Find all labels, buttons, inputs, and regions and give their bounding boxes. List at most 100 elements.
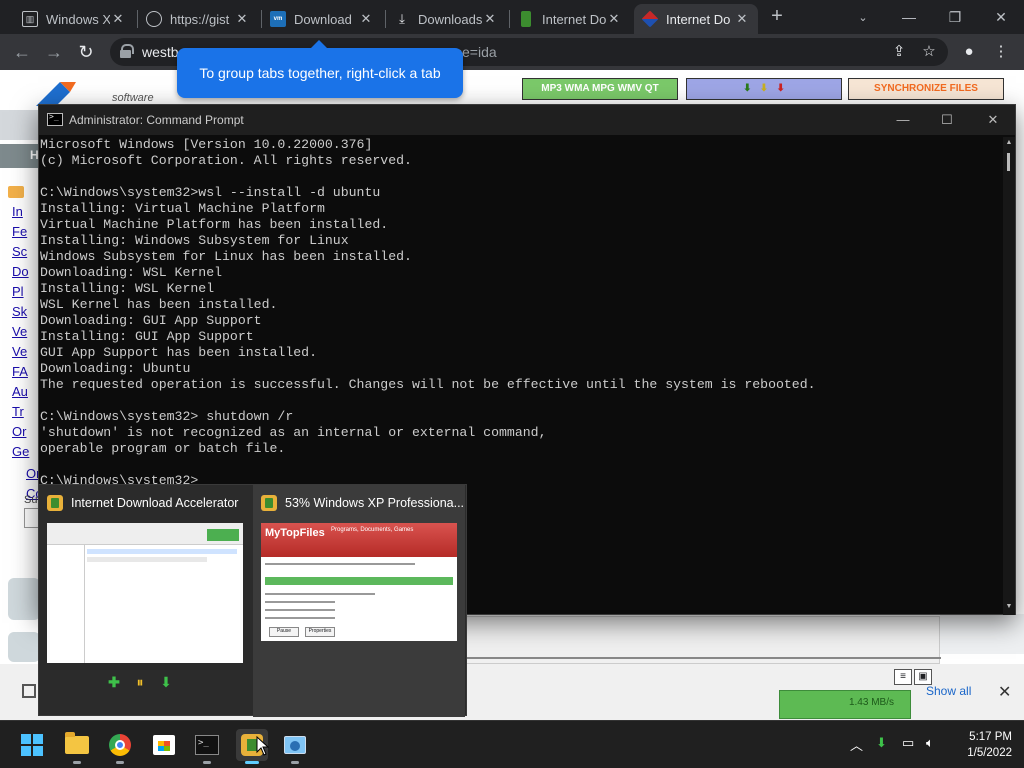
tile-view-icon[interactable]: ▣ bbox=[914, 669, 932, 685]
section-icon bbox=[8, 186, 24, 198]
page-panel bbox=[940, 614, 1024, 654]
tab-windows-x[interactable]: ▥ Windows X ✕ bbox=[14, 4, 134, 34]
close-icon[interactable]: ✕ bbox=[234, 11, 250, 27]
speed-graph: 1.43 MB/s bbox=[779, 690, 911, 719]
restore-icon[interactable]: ❐ bbox=[932, 0, 978, 34]
close-icon[interactable]: ✕ bbox=[734, 11, 750, 27]
downloads-icon[interactable] bbox=[22, 684, 36, 698]
profile-icon[interactable]: ● bbox=[960, 43, 978, 61]
close-icon[interactable]: ✕ bbox=[358, 11, 374, 27]
taskbar-chrome[interactable] bbox=[104, 729, 136, 764]
tab-internet-download-active[interactable]: Internet Do ✕ bbox=[634, 4, 758, 34]
tab-title: Downloads bbox=[418, 11, 482, 27]
close-window-icon[interactable]: ✕ bbox=[978, 0, 1024, 34]
bookmark-star-icon[interactable]: ☆ bbox=[920, 43, 938, 61]
mouse-cursor-icon bbox=[256, 736, 270, 756]
ida-red-icon bbox=[641, 10, 659, 28]
new-tab-button[interactable]: + bbox=[767, 6, 787, 26]
cmd-maximize-icon[interactable]: ☐ bbox=[937, 110, 957, 130]
cmd-line bbox=[40, 169, 1000, 185]
cmd-line: C:\Windows\system32> shutdown /r bbox=[40, 409, 294, 424]
taskbar-terminal[interactable]: >_ bbox=[191, 729, 223, 764]
site-tagline: software bbox=[112, 92, 154, 104]
close-icon[interactable]: ✕ bbox=[998, 682, 1011, 702]
mytopfiles-header: MyTopFiles Programs, Documents, Games bbox=[261, 523, 457, 557]
forward-icon[interactable]: → bbox=[42, 41, 66, 63]
tab-downloads[interactable]: ⤓ Downloads ✕ bbox=[386, 4, 506, 34]
taskbar-store[interactable] bbox=[148, 729, 180, 761]
remote-desktop-icon bbox=[284, 736, 306, 754]
cmd-icon bbox=[47, 112, 63, 126]
close-icon[interactable]: ✕ bbox=[606, 11, 622, 27]
start-button[interactable] bbox=[16, 729, 48, 761]
cmd-line: C:\Windows\system32>wsl --install -d ubu… bbox=[40, 185, 381, 200]
brand: MyTopFiles bbox=[265, 527, 325, 539]
tab-download-vmware[interactable]: vm Download ✕ bbox=[262, 4, 382, 34]
volume-icon[interactable]: 🔈︎ bbox=[926, 735, 934, 751]
cmd-line: operable program or batch file. bbox=[40, 441, 286, 456]
tab-gist[interactable]: https://gist ✕ bbox=[138, 4, 258, 34]
reload-icon[interactable]: ↻ bbox=[74, 41, 98, 63]
progress-bar bbox=[265, 577, 453, 585]
taskbar-remote-desktop[interactable] bbox=[279, 729, 311, 764]
preview-controls: ✚ ⏸ ⬇ bbox=[107, 675, 173, 689]
cmd-line bbox=[40, 457, 1000, 473]
slogan: Programs, Documents, Games bbox=[331, 527, 414, 533]
cmd-scrollbar[interactable]: ▲ ▼ bbox=[1003, 137, 1015, 615]
share-icon[interactable]: ⇪ bbox=[890, 43, 908, 61]
tab-group-tooltip: To group tabs together, right-click a ta… bbox=[177, 40, 463, 98]
cmd-line: The requested operation is successful. C… bbox=[40, 377, 816, 392]
site-nav: H bbox=[0, 144, 40, 168]
ida-icon bbox=[47, 495, 63, 511]
download-arrow-icon[interactable]: ⬇ bbox=[159, 675, 173, 689]
mini-toolbar bbox=[47, 523, 243, 545]
close-icon[interactable]: ✕ bbox=[110, 11, 126, 27]
tab-internet-download-1[interactable]: Internet Do ✕ bbox=[510, 4, 630, 34]
cmd-line: (c) Microsoft Corporation. All rights re… bbox=[40, 153, 412, 168]
cmd-title-bar[interactable]: Administrator: Command Prompt — ☐ ✕ bbox=[39, 105, 1015, 135]
side-label: Su bbox=[24, 494, 38, 506]
preview-header: Internet Download Accelerator bbox=[47, 495, 238, 511]
download-icon: ⤓ bbox=[399, 11, 405, 26]
preview-download-progress[interactable]: 53% Windows XP Professiona... MyTopFiles… bbox=[253, 485, 465, 717]
scroll-up-icon[interactable]: ▲ bbox=[1005, 139, 1013, 146]
list-view-icon[interactable]: ≡ bbox=[894, 669, 912, 685]
cmd-line: Microsoft Windows [Version 10.0.22000.37… bbox=[40, 137, 373, 152]
mini-row bbox=[87, 549, 237, 554]
lock-icon bbox=[120, 44, 134, 58]
tab-title: Windows X bbox=[46, 11, 110, 27]
cmd-line: Downloading: GUI App Support bbox=[40, 313, 262, 328]
pause-icon[interactable]: ⏸ bbox=[133, 675, 147, 689]
preview-thumbnail: MyTopFiles Programs, Documents, Games Pa… bbox=[261, 523, 457, 641]
menu-icon[interactable]: ⋮ bbox=[992, 43, 1010, 61]
cmd-line bbox=[40, 393, 1000, 409]
arrows-banner[interactable]: ⬇ ⬇ ⬇ bbox=[686, 78, 842, 100]
close-icon[interactable]: ✕ bbox=[482, 11, 498, 27]
cmd-minimize-icon[interactable]: — bbox=[893, 110, 913, 130]
tab-title: Download bbox=[294, 11, 352, 27]
cmd-line: Windows Subsystem for Linux has been ins… bbox=[40, 249, 412, 264]
sync-banner[interactable]: SYNCHRONIZE FILES bbox=[848, 78, 1004, 100]
preview-header: 53% Windows XP Professiona... bbox=[261, 495, 464, 511]
add-icon[interactable]: ✚ bbox=[107, 675, 121, 689]
formats-banner[interactable]: MP3 WMA MPG WMV QT bbox=[522, 78, 678, 100]
scroll-thumb[interactable] bbox=[1007, 153, 1010, 171]
system-clock[interactable]: 5:17 PM 1/5/2022 bbox=[956, 729, 1012, 761]
show-hidden-icons-chevron-icon[interactable]: ︿ bbox=[850, 735, 863, 754]
preview-ida[interactable]: Internet Download Accelerator ✚ ⏸ ⬇ bbox=[39, 485, 251, 717]
cmd-line: Installing: Virtual Machine Platform bbox=[40, 201, 325, 216]
tab-search-chevron-icon[interactable]: ⌄ bbox=[840, 0, 886, 34]
network-icon[interactable]: ▭ bbox=[902, 735, 914, 751]
header-strip bbox=[0, 110, 40, 140]
tab-title: Internet Do bbox=[666, 11, 731, 27]
show-all-link[interactable]: Show all bbox=[926, 684, 971, 698]
cmd-close-icon[interactable]: ✕ bbox=[983, 110, 1003, 130]
side-widget-icon bbox=[8, 578, 40, 620]
chrome-icon bbox=[109, 734, 131, 756]
back-icon[interactable]: ← bbox=[10, 41, 34, 63]
minimize-icon[interactable]: — bbox=[886, 0, 932, 34]
ida-tray-icon[interactable]: ⬇ bbox=[876, 735, 887, 751]
scroll-down-icon[interactable]: ▼ bbox=[1005, 603, 1013, 610]
taskbar-file-explorer[interactable] bbox=[61, 729, 93, 764]
vmware-icon: vm bbox=[270, 11, 286, 27]
